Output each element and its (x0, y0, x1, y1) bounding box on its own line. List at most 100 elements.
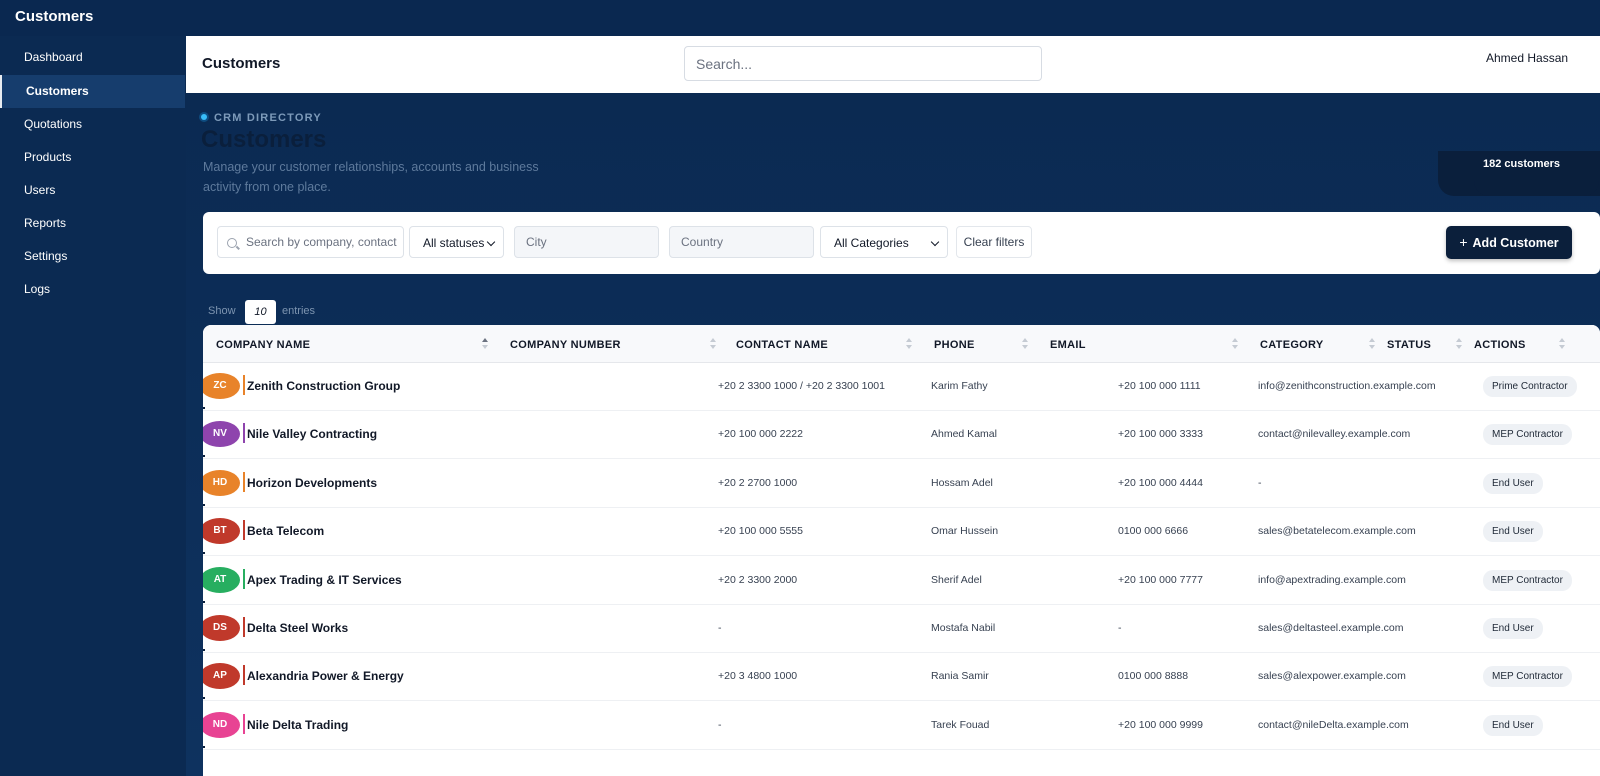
status-dot-icon (201, 114, 207, 120)
column-header-category[interactable]: CATEGORY (1260, 339, 1324, 351)
sidebar: Dashboard Customers Quotations Products User… (0, 36, 185, 776)
avatar-accent (243, 713, 245, 734)
table-row[interactable]: ZC Zenith Construction Group +20 2 3300 10… (203, 363, 1600, 411)
company-number: +20 2 2700 1000 (718, 476, 798, 489)
email[interactable]: sales@betatelecom.example.com (1258, 525, 1416, 537)
category-badge: Prime Contractor (1483, 376, 1577, 397)
table-row[interactable]: NV Nile Valley Contracting +20 100 000 222… (203, 411, 1600, 460)
company-name[interactable]: Horizon Developments (247, 476, 377, 490)
company-number: +20 100 000 2222 (718, 428, 803, 441)
phone: +20 100 000 3333 (1118, 428, 1203, 441)
contact-name: Rania Samir (931, 670, 989, 683)
clear-filters-button[interactable]: Clear filters (956, 226, 1032, 258)
table-row[interactable]: AP Alexandria Power & Energy +20 3 4800 10… (203, 653, 1600, 702)
category-badge: End User (1483, 521, 1543, 543)
row-indicator (203, 455, 205, 458)
company-name[interactable]: Beta Telecom (247, 524, 324, 538)
company-name[interactable]: Zenith Construction Group (247, 379, 400, 393)
category-badge: End User (1483, 618, 1543, 639)
user-name[interactable]: Ahmed Hassan (1486, 51, 1568, 65)
customers-table: COMPANY NAME COMPANY NUMBER CONTACT NAME PH… (203, 325, 1600, 776)
email[interactable]: info@zenithconstruction.example.com (1258, 380, 1436, 392)
company-name[interactable]: Apex Trading & IT Services (247, 573, 402, 587)
email[interactable]: - (1258, 477, 1262, 489)
category-badge: End User (1483, 472, 1543, 494)
sidebar-item-users[interactable]: Users (0, 174, 185, 207)
company-number: +20 3 4800 1000 (718, 670, 798, 683)
column-header-contact-name[interactable]: CONTACT NAME (736, 339, 828, 351)
sort-icon[interactable] (1022, 338, 1028, 350)
contact-name: Sherif Adel (931, 573, 982, 586)
category-select[interactable]: All Categories (820, 226, 948, 258)
city-input[interactable] (514, 226, 659, 258)
avatar: BT (203, 518, 240, 545)
sort-icon[interactable] (906, 338, 912, 350)
table-row[interactable]: DS Delta Steel Works - Mostafa Nabil - sales@… (203, 605, 1600, 653)
row-indicator (203, 407, 205, 409)
page-subtitle: Manage your customer relationships, acco… (203, 160, 539, 194)
phone: 0100 000 6666 (1118, 525, 1189, 538)
country-input[interactable] (669, 226, 814, 258)
sort-icon[interactable] (482, 338, 488, 350)
filter-search-input[interactable] (217, 226, 404, 258)
phone: +20 100 000 4444 (1118, 476, 1203, 489)
main-content: CRM DIRECTORY Customers Manage your cust… (186, 93, 1600, 776)
table-row[interactable]: AT Apex Trading & IT Services +20 2 3300 2… (203, 557, 1600, 605)
sidebar-item-settings[interactable]: Settings (0, 240, 185, 273)
avatar-accent (243, 568, 245, 589)
avatar-accent (243, 665, 245, 686)
email[interactable]: sales@alexpower.example.com (1258, 670, 1406, 682)
email[interactable]: contact@nileDelta.example.com (1258, 719, 1409, 731)
column-header-actions[interactable]: ACTIONS (1474, 339, 1526, 351)
category-badge: MEP Contractor (1483, 569, 1572, 591)
column-header-status[interactable]: STATUS (1387, 339, 1431, 351)
top-bar: Customers (0, 0, 1600, 36)
table-row[interactable]: HD Horizon Developments +20 2 2700 1000 Hos… (203, 460, 1600, 508)
contact-name: Mostafa Nabil (931, 622, 996, 634)
sidebar-item-customers[interactable]: Customers (0, 75, 185, 108)
customer-count-badge: 182 customers (1438, 151, 1600, 196)
row-indicator (203, 745, 205, 748)
add-customer-button[interactable]: + Add Customer (1446, 226, 1572, 259)
sort-icon[interactable] (1456, 338, 1462, 350)
email[interactable]: contact@nilevalley.example.com (1258, 428, 1410, 440)
column-header-company-name[interactable]: COMPANY NAME (216, 339, 310, 351)
sort-icon[interactable] (710, 338, 716, 350)
column-header-company-number[interactable]: COMPANY NUMBER (510, 339, 621, 351)
header-title: Customers (202, 55, 281, 72)
phone: +20 100 000 9999 (1118, 718, 1203, 731)
row-indicator (203, 503, 205, 506)
sidebar-item-dashboard[interactable]: Dashboard (0, 41, 185, 74)
sidebar-item-logs[interactable]: Logs (0, 273, 185, 306)
contact-name: Tarek Fouad (931, 718, 990, 731)
sort-icon[interactable] (1232, 338, 1238, 350)
phone: +20 100 000 1111 (1118, 380, 1201, 392)
column-header-phone[interactable]: PHONE (934, 339, 975, 351)
avatar: HD (203, 469, 240, 496)
table-row[interactable]: ND Nile Delta Trading - Tarek Fouad +20 100 … (203, 702, 1600, 750)
email[interactable]: sales@deltasteel.example.com (1258, 622, 1403, 634)
header: Customers Ahmed Hassan (186, 36, 1600, 93)
column-header-email[interactable]: EMAIL (1050, 339, 1086, 351)
entries-select[interactable]: 10 (245, 300, 276, 324)
sidebar-item-quotations[interactable]: Quotations (0, 108, 185, 141)
company-number: - (718, 718, 722, 731)
global-search-input[interactable] (684, 46, 1042, 81)
avatar-accent (243, 375, 245, 395)
email[interactable]: info@apextrading.example.com (1258, 574, 1406, 586)
company-number: +20 2 3300 1000 / +20 2 3300 1001 (718, 380, 885, 392)
table-row[interactable]: BT Beta Telecom +20 100 000 5555 Omar Husse… (203, 508, 1600, 557)
avatar-accent (243, 617, 245, 637)
company-name[interactable]: Alexandria Power & Energy (247, 669, 404, 683)
sidebar-item-reports[interactable]: Reports (0, 207, 185, 240)
company-name[interactable]: Delta Steel Works (247, 621, 348, 635)
sort-icon[interactable] (1369, 338, 1375, 350)
company-name[interactable]: Nile Delta Trading (247, 718, 348, 732)
sort-icon[interactable] (1559, 338, 1565, 350)
phone: - (1118, 622, 1122, 634)
table-header: COMPANY NAME COMPANY NUMBER CONTACT NAME PH… (203, 325, 1600, 363)
search-icon (227, 238, 237, 248)
company-name[interactable]: Nile Valley Contracting (247, 427, 377, 441)
sidebar-item-products[interactable]: Products (0, 141, 185, 174)
status-select[interactable]: All statuses (409, 226, 504, 258)
